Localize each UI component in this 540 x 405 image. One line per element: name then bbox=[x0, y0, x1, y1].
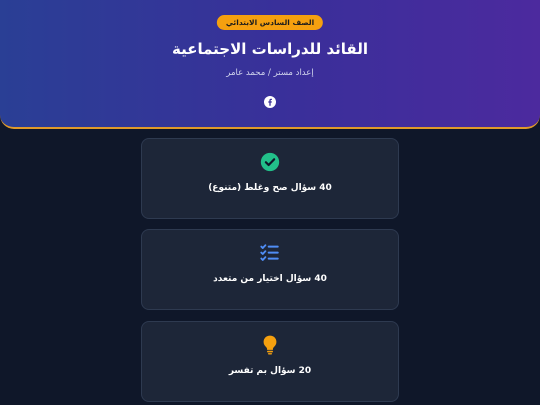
page-header: الصف السادس الابتدائي القائد للدراسات ال… bbox=[0, 0, 540, 129]
check-circle-icon bbox=[259, 151, 281, 173]
quiz-card-true-false[interactable]: 40 سؤال صح وغلط (متنوع) bbox=[141, 138, 399, 219]
author-credit: إعداد مستر / محمد عامر bbox=[226, 68, 314, 78]
lightbulb-icon bbox=[259, 334, 281, 356]
card-label: 40 سؤال اختيار من متعدد bbox=[213, 274, 327, 284]
page-title: القائد للدراسات الاجتماعية bbox=[172, 40, 368, 58]
card-label: 20 سؤال بم تفسر bbox=[228, 366, 312, 376]
card-label: 40 سؤال صح وغلط (متنوع) bbox=[208, 183, 332, 193]
quiz-card-multiple-choice[interactable]: 40 سؤال اختيار من متعدد bbox=[141, 229, 399, 310]
facebook-icon[interactable] bbox=[264, 93, 276, 108]
grade-badge: الصف السادس الابتدائي bbox=[216, 15, 324, 30]
checklist-icon bbox=[259, 242, 281, 264]
quiz-card-explain[interactable]: 20 سؤال بم تفسر bbox=[141, 321, 399, 402]
